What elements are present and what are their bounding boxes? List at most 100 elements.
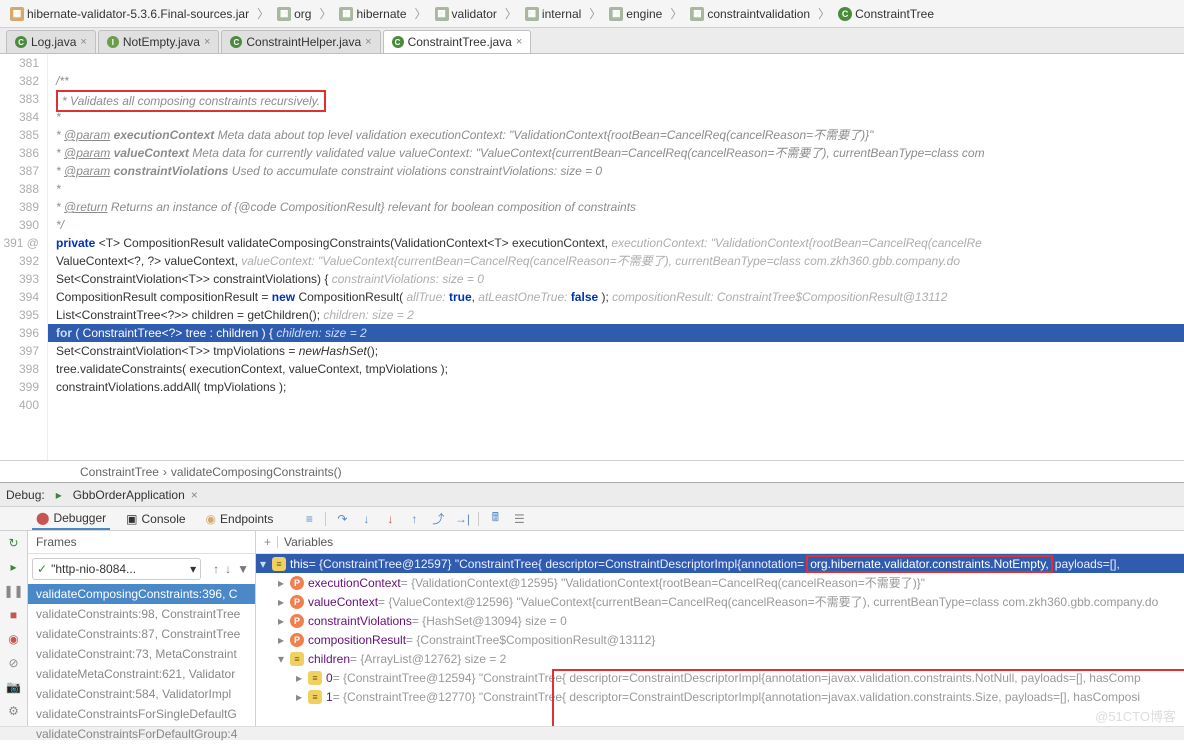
variable-row[interactable]: ▸PcompositionResult = {ConstraintTree$Co…: [256, 630, 1184, 649]
code-line[interactable]: Set<ConstraintViolation<T>> tmpViolation…: [48, 342, 1184, 360]
line-number[interactable]: 400: [0, 396, 39, 414]
pause-icon[interactable]: ❚❚: [6, 583, 22, 599]
code-line[interactable]: */: [48, 216, 1184, 234]
expand-chevron-icon[interactable]: ▾: [260, 557, 272, 571]
code-line[interactable]: * @param executionContext Meta data abou…: [48, 126, 1184, 144]
breadcrumb-item[interactable]: ▦constraintvalidation: [686, 5, 814, 23]
frames-list[interactable]: validateComposingConstraints:396, Cvalid…: [28, 584, 255, 744]
code-line[interactable]: constraintViolations.addAll( tmpViolatio…: [48, 378, 1184, 396]
expand-chevron-icon[interactable]: ▸: [278, 595, 290, 609]
code-line[interactable]: for ( ConstraintTree<?> tree : children …: [48, 324, 1184, 342]
tab-debugger[interactable]: ⬤Debugger: [32, 508, 110, 530]
code-line[interactable]: *: [48, 180, 1184, 198]
editor-tab[interactable]: CConstraintHelper.java×: [221, 30, 380, 53]
variable-row[interactable]: ▾≡children = {ArrayList@12762} size = 2: [256, 649, 1184, 668]
close-icon[interactable]: ×: [516, 36, 522, 48]
view-breakpoints-icon[interactable]: ◉: [6, 631, 22, 647]
line-number[interactable]: 390: [0, 216, 39, 234]
step-into-icon[interactable]: ↓: [358, 511, 374, 527]
rerun-icon[interactable]: ↻: [6, 535, 22, 551]
editor-tab[interactable]: CLog.java×: [6, 30, 96, 53]
line-number[interactable]: 381: [0, 54, 39, 72]
breadcrumb-item[interactable]: ▦hibernate-validator-5.3.6.Final-sources…: [6, 5, 253, 23]
trace-icon[interactable]: ☰: [511, 511, 527, 527]
code-line[interactable]: * @param valueContext Meta data for curr…: [48, 144, 1184, 162]
force-step-into-icon[interactable]: ↓: [382, 511, 398, 527]
breadcrumb-item[interactable]: ▦internal: [521, 5, 585, 23]
editor-tab[interactable]: CConstraintTree.java×: [383, 30, 532, 53]
frame-item[interactable]: validateConstraint:584, ValidatorImpl: [28, 684, 255, 704]
code-line[interactable]: CompositionResult compositionResult = ne…: [48, 288, 1184, 306]
frame-item[interactable]: validateComposingConstraints:396, C: [28, 584, 255, 604]
variable-row[interactable]: ▸≡1 = {ConstraintTree@12770} "Constraint…: [256, 687, 1184, 706]
breadcrumb-method[interactable]: validateComposingConstraints(): [171, 465, 342, 479]
breadcrumb-item[interactable]: ▦org: [273, 5, 315, 23]
variable-row[interactable]: ▸PconstraintViolations = {HashSet@13094}…: [256, 611, 1184, 630]
expand-chevron-icon[interactable]: ▸: [278, 576, 290, 590]
variable-row[interactable]: ▸PvalueContext = {ValueContext@12596} "V…: [256, 592, 1184, 611]
frame-item[interactable]: validateMetaConstraint:621, Validator: [28, 664, 255, 684]
code-line[interactable]: private <T> CompositionResult validateCo…: [48, 234, 1184, 252]
close-icon[interactable]: ×: [365, 36, 371, 48]
variable-row[interactable]: ▸PexecutionContext = {ValidationContext@…: [256, 573, 1184, 592]
breadcrumb-item[interactable]: ▦validator: [431, 5, 501, 23]
line-number[interactable]: 397: [0, 342, 39, 360]
code-area[interactable]: /** * Validates all composing constraint…: [48, 54, 1184, 460]
drop-frame-icon[interactable]: ⤴: [430, 511, 446, 527]
line-number[interactable]: 384: [0, 108, 39, 126]
close-icon[interactable]: ×: [204, 36, 210, 48]
settings-icon[interactable]: ⚙: [6, 703, 22, 719]
breadcrumb-class[interactable]: ConstraintTree: [80, 465, 159, 479]
line-number[interactable]: 394: [0, 288, 39, 306]
code-line[interactable]: tree.validateConstraints( executionConte…: [48, 360, 1184, 378]
step-out-icon[interactable]: ↑: [406, 511, 422, 527]
variable-row[interactable]: ▸≡0 = {ConstraintTree@12594} "Constraint…: [256, 668, 1184, 687]
variable-row[interactable]: ▾≡this = {ConstraintTree@12597} "Constra…: [256, 554, 1184, 573]
line-number[interactable]: 391 @: [0, 234, 39, 252]
breadcrumb-item[interactable]: ▦engine: [605, 5, 666, 23]
show-frames-icon[interactable]: ≡: [301, 511, 317, 527]
code-line[interactable]: /**: [48, 72, 1184, 90]
tab-endpoints[interactable]: ◉Endpoints: [202, 509, 278, 529]
frame-item[interactable]: validateConstraint:73, MetaConstraint: [28, 644, 255, 664]
editor-tab[interactable]: INotEmpty.java×: [98, 30, 220, 53]
stop-icon[interactable]: ■: [6, 607, 22, 623]
thread-selector[interactable]: ✓"http-nio-8084... ▾: [32, 558, 201, 580]
line-number[interactable]: 398: [0, 360, 39, 378]
mute-breakpoints-icon[interactable]: ⊘: [6, 655, 22, 671]
code-line[interactable]: List<ConstraintTree<?>> children = getCh…: [48, 306, 1184, 324]
expand-chevron-icon[interactable]: ▸: [296, 690, 308, 704]
code-line[interactable]: * Validates all composing constraints re…: [48, 90, 1184, 108]
expand-chevron-icon[interactable]: ▸: [278, 633, 290, 647]
tab-console[interactable]: ▣Console: [122, 509, 189, 529]
variables-tree[interactable]: ▾≡this = {ConstraintTree@12597} "Constra…: [256, 554, 1184, 726]
evaluate-icon[interactable]: 🖩: [487, 511, 503, 527]
code-editor[interactable]: 381382383384385386387388389390391 @39239…: [0, 54, 1184, 460]
close-icon[interactable]: ×: [191, 488, 198, 502]
line-number[interactable]: 389: [0, 198, 39, 216]
frame-item[interactable]: validateConstraints:98, ConstraintTree: [28, 604, 255, 624]
line-number[interactable]: 385: [0, 126, 39, 144]
expand-chevron-icon[interactable]: ▾: [278, 652, 290, 666]
line-number[interactable]: 399: [0, 378, 39, 396]
resume-icon[interactable]: ▸: [6, 559, 22, 575]
code-line[interactable]: * @param constraintViolations Used to ac…: [48, 162, 1184, 180]
frame-item[interactable]: validateConstraintsForDefaultGroup:4: [28, 724, 255, 744]
code-line[interactable]: ValueContext<?, ?> valueContext, valueCo…: [48, 252, 1184, 270]
run-config-name[interactable]: GbbOrderApplication: [73, 488, 185, 502]
expand-chevron-icon[interactable]: ▸: [296, 671, 308, 685]
add-watch-icon[interactable]: +: [264, 535, 271, 549]
code-line[interactable]: * @return Returns an instance of {@code …: [48, 198, 1184, 216]
camera-icon[interactable]: 📷: [6, 679, 22, 695]
code-line[interactable]: [48, 396, 1184, 414]
line-number[interactable]: 395: [0, 306, 39, 324]
code-line[interactable]: [48, 54, 1184, 72]
close-icon[interactable]: ×: [80, 36, 86, 48]
frame-item[interactable]: validateConstraintsForSingleDefaultG: [28, 704, 255, 724]
filter-frames-icon[interactable]: ▼: [237, 562, 249, 576]
run-to-cursor-icon[interactable]: →|: [454, 511, 470, 527]
frame-item[interactable]: validateConstraints:87, ConstraintTree: [28, 624, 255, 644]
code-line[interactable]: Set<ConstraintViolation<T>> constraintVi…: [48, 270, 1184, 288]
step-over-icon[interactable]: ↷: [334, 511, 350, 527]
breadcrumb-item[interactable]: CConstraintTree: [834, 5, 938, 23]
